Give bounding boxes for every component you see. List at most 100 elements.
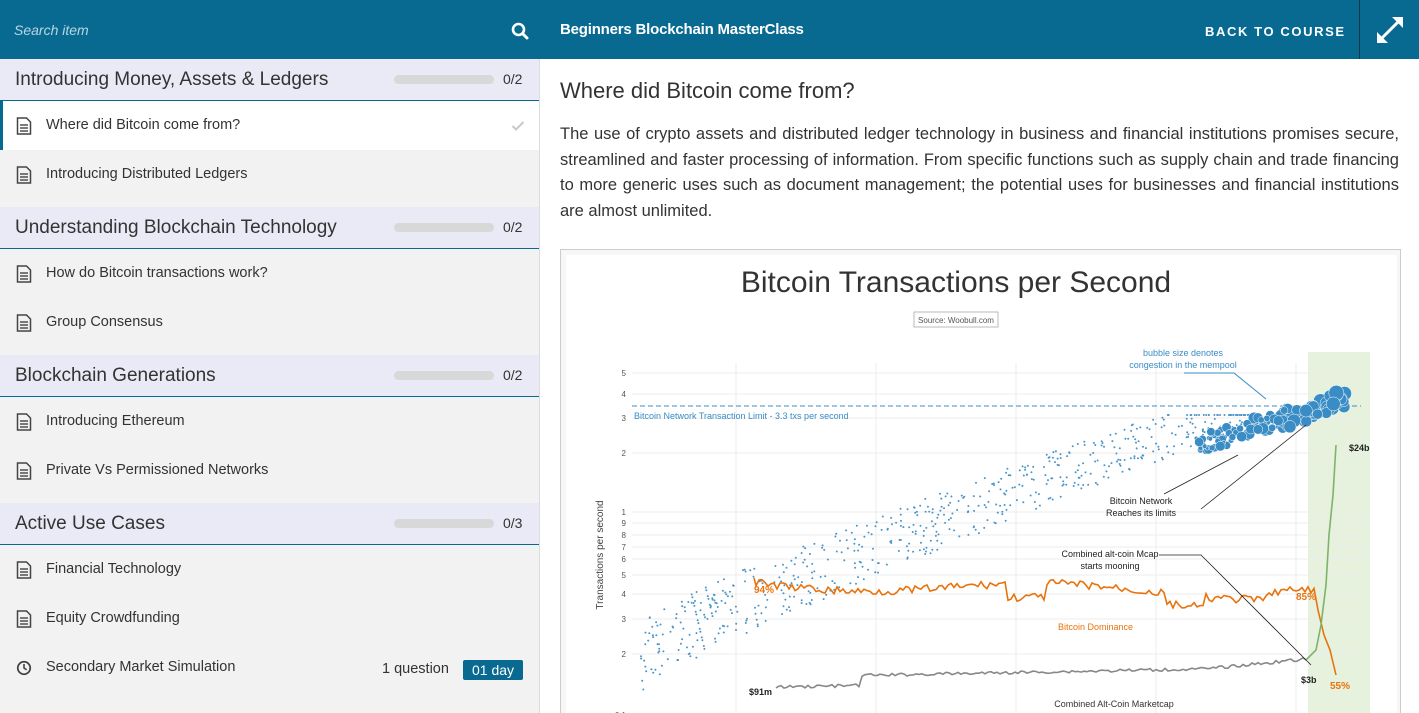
data-point	[764, 606, 767, 609]
data-point	[1048, 456, 1051, 459]
data-point	[988, 490, 991, 493]
data-point	[706, 617, 709, 620]
data-point	[780, 580, 783, 583]
data-point	[974, 528, 977, 531]
section-title: Blockchain Generations	[15, 365, 216, 386]
document-icon	[16, 117, 32, 135]
lesson-item[interactable]: Introducing Distributed Ledgers	[0, 150, 539, 199]
data-point	[809, 603, 812, 606]
data-point	[939, 509, 942, 512]
data-point	[684, 610, 687, 613]
data-point	[1148, 428, 1151, 431]
data-point	[1103, 464, 1106, 467]
lesson-item-label: Introducing Distributed Ledgers	[46, 166, 248, 182]
check-icon	[511, 121, 525, 131]
data-point	[1051, 477, 1054, 480]
data-point	[975, 481, 977, 484]
quiz-item[interactable]: Secondary Market Simulation 1 question 0…	[0, 643, 539, 692]
back-to-course-link[interactable]: BACK TO COURSE	[1205, 24, 1346, 39]
data-point	[1059, 453, 1062, 456]
section-title: Active Use Cases	[15, 513, 165, 534]
data-point	[1066, 455, 1069, 458]
data-point	[914, 530, 917, 533]
congestion-bubble	[1280, 406, 1289, 415]
search-icon[interactable]	[511, 22, 529, 40]
data-point	[640, 655, 642, 658]
data-point	[908, 526, 911, 529]
data-point	[782, 605, 785, 608]
lesson-item[interactable]: Private Vs Permissioned Networks	[0, 446, 539, 495]
data-point	[1024, 468, 1027, 471]
data-point	[977, 532, 980, 535]
data-point	[1043, 466, 1045, 468]
data-point	[1065, 476, 1068, 479]
lesson-item[interactable]: How do Bitcoin transactions work?	[0, 249, 539, 298]
data-point	[1057, 464, 1060, 467]
data-point	[1034, 491, 1037, 494]
data-point	[1077, 464, 1080, 467]
data-point	[810, 571, 813, 574]
data-point	[642, 688, 645, 691]
data-point	[983, 526, 986, 529]
data-point	[1100, 444, 1103, 447]
data-point	[902, 526, 905, 529]
data-point	[677, 649, 680, 651]
data-point	[785, 566, 788, 569]
data-point	[699, 609, 702, 612]
data-point	[797, 576, 800, 579]
data-point	[1059, 476, 1062, 479]
data-point	[734, 605, 737, 608]
lesson-item-active[interactable]: Where did Bitcoin come from?	[0, 101, 539, 150]
data-point	[690, 593, 693, 596]
data-point	[1134, 438, 1137, 441]
data-point	[1045, 453, 1048, 456]
data-point	[655, 634, 658, 637]
lesson-item[interactable]: Group Consensus	[0, 298, 539, 347]
lesson-item[interactable]: Equity Crowdfunding	[0, 594, 539, 643]
figure-title: Bitcoin Transactions per Second	[741, 266, 1171, 299]
lesson-item[interactable]: Introducing Ethereum	[0, 397, 539, 446]
data-point	[950, 495, 953, 498]
data-point	[695, 656, 698, 659]
data-point	[1092, 452, 1095, 454]
data-point	[766, 598, 769, 601]
data-point	[1001, 510, 1004, 513]
search-input[interactable]	[14, 18, 494, 42]
lesson-item[interactable]: Financial Technology	[0, 545, 539, 594]
data-point	[1236, 414, 1239, 416]
data-point	[800, 599, 803, 602]
data-point	[1029, 494, 1032, 497]
lesson-title: Where did Bitcoin come from?	[560, 78, 855, 103]
lesson-item-label: Introducing Ethereum	[46, 413, 185, 429]
data-point	[1132, 435, 1135, 438]
data-point	[1157, 448, 1160, 451]
data-point	[997, 481, 1000, 484]
data-point	[948, 528, 951, 531]
data-point	[1135, 447, 1138, 450]
y-tick-label: 2	[622, 449, 627, 458]
section-header[interactable]: Active Use Cases 0/3	[0, 503, 539, 545]
data-point	[936, 516, 939, 519]
data-point	[819, 575, 822, 578]
data-point	[696, 639, 699, 642]
expand-button[interactable]	[1360, 0, 1419, 59]
data-point	[1022, 474, 1025, 477]
data-point	[846, 547, 849, 550]
data-point	[1068, 451, 1071, 454]
data-point	[807, 590, 810, 593]
section-header[interactable]: Understanding Blockchain Technology 0/2	[0, 207, 539, 249]
data-point	[803, 558, 806, 561]
data-point	[683, 606, 686, 609]
data-point	[1130, 429, 1133, 432]
data-point	[1167, 451, 1170, 454]
section-header[interactable]: Blockchain Generations 0/2	[0, 355, 539, 397]
data-point	[669, 630, 672, 633]
data-point	[1230, 414, 1233, 416]
data-point	[764, 619, 767, 622]
data-point	[711, 597, 714, 600]
data-point	[1195, 414, 1198, 416]
data-point	[686, 646, 688, 649]
data-point	[972, 526, 975, 529]
data-point	[861, 545, 864, 548]
section-header[interactable]: Introducing Money, Assets & Ledgers 0/2	[0, 59, 539, 101]
